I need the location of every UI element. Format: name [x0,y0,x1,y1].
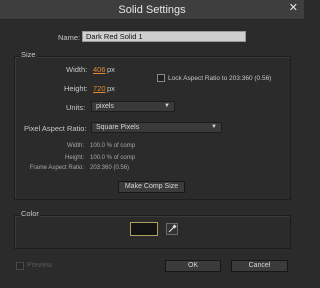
eyedropper-icon[interactable] [166,223,178,235]
window-title: Solid Settings [118,4,186,16]
color-section-title: Color [20,209,40,218]
units-select-value: pixels [96,103,114,110]
title-bar: Solid Settings ✕ [0,0,304,20]
height-label: Height: [64,84,88,93]
chevron-down-icon: ▼ [211,124,217,130]
name-label: Name: [58,33,81,42]
info-frame-aspect-label: Frame Aspect Ratio: [29,165,84,171]
color-swatch[interactable] [130,222,158,236]
preview-checkbox[interactable] [16,262,24,270]
info-width-label: Width: [66,143,84,149]
chevron-down-icon: ▼ [164,103,170,109]
width-label: Width: [66,65,88,74]
close-icon[interactable]: ✕ [289,3,298,14]
lock-aspect-label: Lock Aspect Ratio to 203:360 (0.56) [168,75,272,82]
width-value[interactable]: 406 [93,65,106,74]
info-frame-aspect-value: 203:360 (0.56) [90,165,130,171]
pixel-aspect-ratio-select[interactable]: Square Pixels ▼ [91,122,222,133]
cancel-button[interactable]: Cancel [231,260,288,272]
units-label: Units: [66,103,86,112]
info-height-value: 100.0 % of comp [90,155,136,161]
name-field[interactable]: Dark Red Solid 1 [82,31,246,42]
pixel-aspect-ratio-value: Square Pixels [96,124,140,131]
make-comp-size-button[interactable]: Make Comp Size [118,181,185,193]
width-unit: px [107,65,115,74]
height-value[interactable]: 720 [93,84,106,93]
info-width-value: 100.0 % of comp [90,143,136,149]
units-select[interactable]: pixels ▼ [91,101,175,112]
ok-button[interactable]: OK [165,260,221,272]
preview-label: Preview [27,262,52,269]
height-unit: px [107,84,115,93]
info-height-label: Height: [64,155,84,161]
size-section-title: Size [20,50,37,59]
lock-aspect-checkbox[interactable] [157,74,165,82]
pixel-aspect-ratio-label: Pixel Aspect Ratio: [24,124,87,133]
